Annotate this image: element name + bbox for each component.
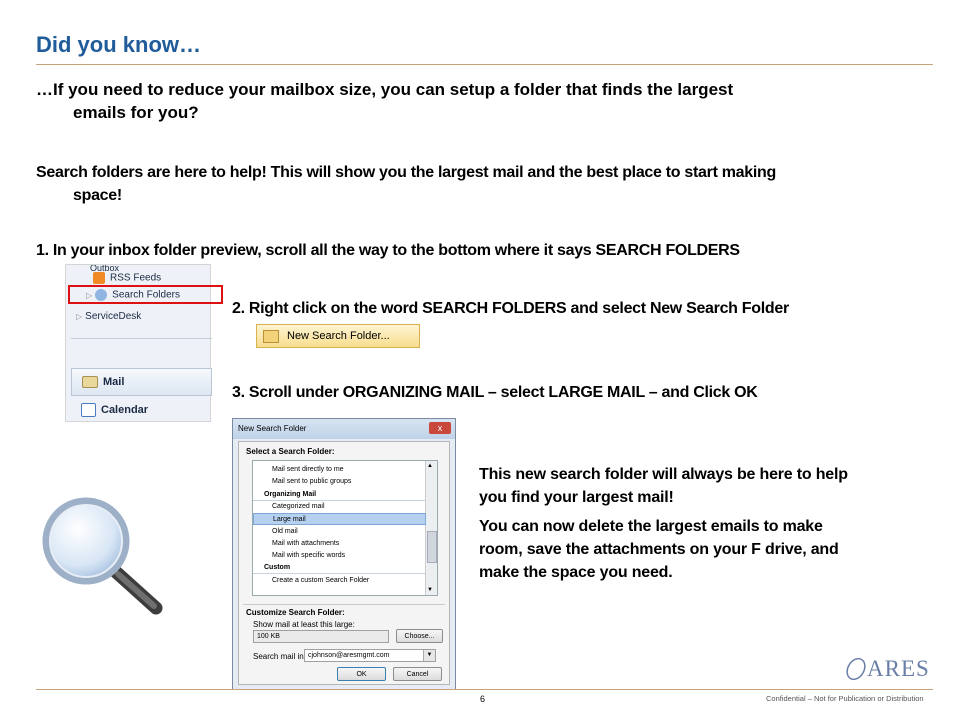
list-scrollbar[interactable]: ▲ ▼ [425, 461, 437, 595]
search-folders-highlight [68, 285, 223, 304]
scroll-thumb[interactable] [427, 531, 437, 563]
mail-button[interactable]: Mail [71, 368, 212, 396]
ares-logo: ARES [845, 656, 930, 682]
nav-servicedesk-label: ServiceDesk [85, 311, 142, 322]
ares-logo-text: ARES [867, 656, 930, 681]
note-1-line-2: you find your largest mail! [479, 489, 674, 506]
dialog-titlebar: New Search Folder x [233, 419, 455, 439]
scroll-up-icon[interactable]: ▲ [427, 463, 433, 469]
dialog-divider [243, 604, 445, 605]
mail-label: Mail [103, 376, 125, 388]
intro-text: …If you need to reduce your mailbox size… [36, 78, 926, 124]
calendar-label: Calendar [101, 404, 149, 416]
nav-servicedesk[interactable]: ▷ ServiceDesk [76, 311, 141, 322]
footer-divider [36, 689, 933, 690]
new-search-folder-dialog: New Search Folder x Select a Search Fold… [232, 418, 456, 690]
help-line-1: Search folders are here to help! This wi… [36, 164, 776, 181]
customize-label: Customize Search Folder: [246, 608, 345, 617]
dialog-title: New Search Folder [238, 424, 307, 433]
title-divider [36, 64, 933, 65]
nav-rss-label: RSS Feeds [110, 272, 162, 284]
list-item[interactable]: Mail with specific words [253, 550, 426, 562]
step-1: 1. In your inbox folder preview, scroll … [36, 242, 740, 259]
search-in-select[interactable]: cjohnson@aresmgmt.com ▼ [304, 649, 436, 662]
note-paragraph-1: This new search folder will always be he… [479, 463, 848, 509]
list-item[interactable]: Large mail [253, 513, 426, 526]
intro-line-2: emails for you? [73, 103, 199, 122]
cancel-button[interactable]: Cancel [393, 667, 442, 681]
select-label: Select a Search Folder: [246, 447, 335, 456]
list-item[interactable]: Mail with attachments [253, 538, 426, 550]
step-2: 2. Right click on the word SEARCH FOLDER… [232, 300, 789, 317]
confidential-notice: Confidential – Not for Publication or Di… [766, 694, 924, 703]
note-1-line-1: This new search folder will always be he… [479, 466, 848, 483]
note-2-line-1: You can now delete the largest emails to… [479, 518, 823, 535]
ok-button[interactable]: OK [337, 667, 386, 681]
menu-item-label: New Search Folder... [287, 330, 390, 342]
folder-icon [263, 329, 279, 343]
size-field[interactable]: 100 KB [253, 630, 389, 643]
choose-button[interactable]: Choose... [396, 629, 443, 643]
scroll-down-icon[interactable]: ▼ [427, 587, 433, 593]
intro-line-1: …If you need to reduce your mailbox size… [36, 80, 734, 99]
help-text: Search folders are here to help! This wi… [36, 161, 946, 207]
calendar-icon [81, 403, 96, 417]
nav-divider [71, 338, 212, 339]
step-3: 3. Scroll under ORGANIZING MAIL – select… [232, 384, 758, 401]
help-line-2: space! [73, 187, 122, 204]
list-item[interactable]: Categorized mail [253, 501, 426, 513]
show-mail-label: Show mail at least this large: [253, 620, 355, 629]
note-paragraph-2: You can now delete the largest emails to… [479, 515, 839, 584]
list-item[interactable]: Mail sent to public groups [253, 476, 426, 488]
magnifier-icon [42, 497, 163, 615]
page-number: 6 [480, 694, 486, 704]
mail-icon [82, 376, 98, 388]
nav-rss-feeds[interactable]: RSS Feeds [93, 272, 161, 284]
close-button[interactable]: x [429, 422, 451, 434]
search-in-value: cjohnson@aresmgmt.com [308, 652, 390, 659]
search-folder-list[interactable]: ▲ ▼ Mail sent directly to me Mail sent to… [252, 460, 438, 596]
list-item[interactable]: Create a custom Search Folder [253, 575, 426, 587]
dialog-body: Select a Search Folder: ▲ ▼ Mail sent di… [238, 441, 450, 685]
ares-logo-mark-icon [846, 657, 866, 681]
list-item[interactable]: Old mail [253, 526, 426, 538]
note-2-line-2: room, save the attachments on your F dri… [479, 541, 839, 558]
calendar-button[interactable]: Calendar [71, 396, 212, 424]
rss-icon [93, 272, 105, 284]
list-item[interactable]: Mail sent directly to me [253, 464, 426, 476]
new-search-folder-menu-item[interactable]: New Search Folder... [256, 324, 420, 348]
page-title: Did you know… [36, 32, 201, 57]
list-group-header: Custom [253, 562, 426, 575]
list-group-header: Organizing Mail [253, 489, 426, 501]
chevron-down-icon[interactable]: ▼ [423, 650, 435, 661]
note-2-line-3: make the space you need. [479, 564, 673, 581]
expand-arrow-icon: ▷ [76, 312, 83, 321]
search-in-label: Search mail in: [253, 652, 306, 661]
